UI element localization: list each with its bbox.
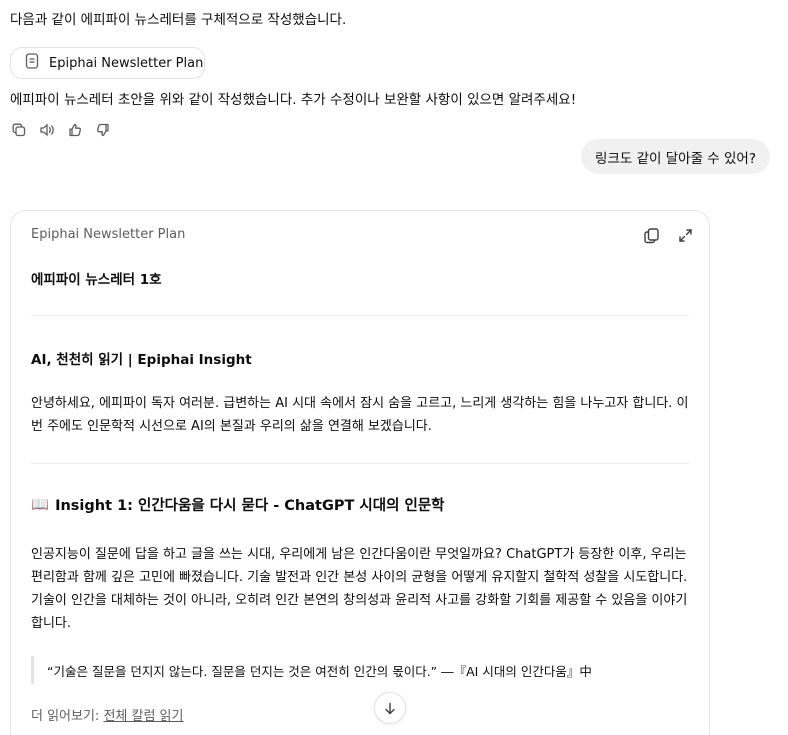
insight-paragraph: 인공지능이 질문에 답을 하고 글을 쓰는 시대, 우리에게 남은 인간다움이란… bbox=[31, 543, 691, 635]
read-more: 더 읽어보기: 전체 칼럼 읽기 bbox=[31, 705, 183, 724]
thumbs-up-icon bbox=[69, 123, 81, 137]
blockquote: “기술은 질문을 던지지 않는다. 질문을 던지는 것은 여전히 인간의 몫이다… bbox=[31, 656, 592, 684]
document-icon bbox=[25, 53, 39, 73]
arrow-down-icon bbox=[385, 702, 395, 714]
canvas-copy-button[interactable] bbox=[641, 225, 661, 245]
copy-icon bbox=[643, 227, 659, 243]
dislike-button[interactable] bbox=[94, 121, 112, 139]
assistant-intro-text: 다음과 같이 에피파이 뉴스레터를 구체적으로 작성했습니다. bbox=[10, 12, 347, 28]
thumbs-down-icon bbox=[97, 123, 109, 137]
like-button[interactable] bbox=[66, 121, 84, 139]
document-chip-label: Epiphai Newsletter Plan bbox=[49, 55, 204, 71]
canvas-header-actions bbox=[641, 225, 695, 245]
divider bbox=[31, 315, 689, 316]
copy-icon bbox=[12, 123, 26, 137]
assistant-reply-text: 에피파이 뉴스레터 초안을 위와 같이 작성했습니다. 추가 수정이나 보완할 … bbox=[10, 92, 577, 108]
insight-heading-text: Insight 1: 인간다움을 다시 묻다 - ChatGPT 시대의 인문학 bbox=[55, 498, 445, 514]
canvas-panel: Epiphai Newsletter Plan 에피파이 뉴스레터 1호 AI,… bbox=[10, 210, 710, 735]
expand-button[interactable] bbox=[675, 225, 695, 245]
newsletter-title: 에피파이 뉴스레터 1호 bbox=[31, 272, 162, 288]
user-message-bubble: 링크도 같이 달아줄 수 있어? bbox=[581, 139, 770, 174]
copy-button[interactable] bbox=[10, 121, 28, 139]
document-chip[interactable]: Epiphai Newsletter Plan bbox=[10, 47, 205, 79]
message-actions bbox=[10, 121, 112, 139]
intro-line: 번 주에도 인문학적 시선으로 AI의 본질과 우리의 삶을 연결해 보겠습니다… bbox=[31, 419, 432, 434]
speaker-icon bbox=[40, 123, 54, 137]
insight-line: 편리함과 함께 깊은 고민에 빠졌습니다. 기술 발전과 인간 본성 사이의 균… bbox=[31, 570, 688, 585]
insight-line: 기술이 인간을 대체하는 것이 아니라, 오히려 인간 본연의 창의성과 윤리적… bbox=[31, 593, 688, 608]
read-more-link[interactable]: 전체 칼럼 읽기 bbox=[103, 709, 183, 724]
expand-icon bbox=[678, 228, 692, 242]
canvas-title: Epiphai Newsletter Plan bbox=[31, 227, 186, 242]
read-aloud-button[interactable] bbox=[38, 121, 56, 139]
scroll-to-bottom-button[interactable] bbox=[374, 692, 406, 724]
insight-heading: 📖 Insight 1: 인간다움을 다시 묻다 - ChatGPT 시대의 인… bbox=[31, 494, 445, 515]
intro-paragraph: 안녕하세요, 에피파이 독자 여러분. 급변하는 AI 시대 속에서 잠시 숨을… bbox=[31, 392, 691, 438]
newsletter-subtitle: AI, 천천히 읽기 | Epiphai Insight bbox=[31, 352, 252, 368]
intro-line: 안녕하세요, 에피파이 독자 여러분. 급변하는 AI 시대 속에서 잠시 숨을… bbox=[31, 396, 689, 411]
book-icon: 📖 bbox=[31, 497, 50, 513]
divider bbox=[31, 463, 689, 464]
read-more-label: 더 읽어보기: bbox=[31, 709, 104, 724]
insight-line: 합니다. bbox=[31, 616, 72, 631]
insight-line: 인공지능이 질문에 답을 하고 글을 쓰는 시대, 우리에게 남은 인간다움이란… bbox=[31, 547, 687, 562]
